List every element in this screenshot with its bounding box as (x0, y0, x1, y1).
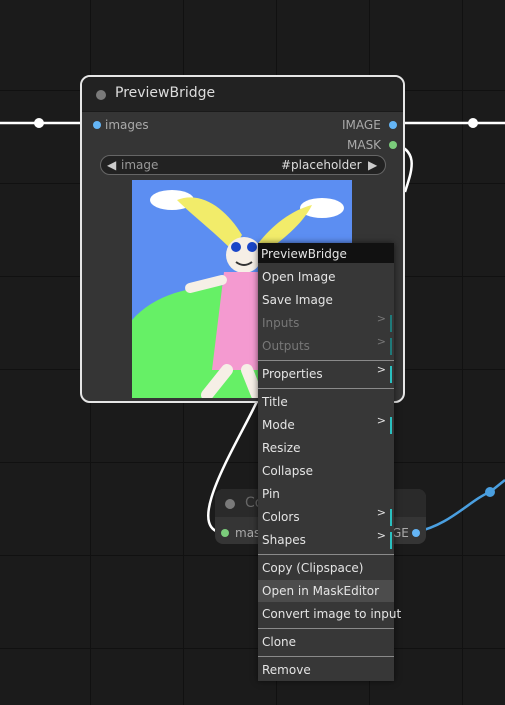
submenu-indicator (390, 532, 392, 549)
menu-item-remove[interactable]: Remove (258, 659, 394, 681)
menu-item-convert-image-to-input[interactable]: Convert image to input (258, 603, 401, 625)
menu-item-copy-clipspace[interactable]: Copy (Clipspace) (258, 557, 394, 579)
context-menu: PreviewBridge Open Image Save Image Inpu… (258, 243, 401, 681)
menu-item-colors[interactable]: Colors > (258, 506, 394, 528)
menu-item-label: Shapes (262, 533, 306, 547)
menu-item-collapse[interactable]: Collapse (258, 460, 394, 482)
node-title: PreviewBridge (115, 85, 216, 101)
menu-item-label: Mode (262, 418, 295, 432)
menu-item-label: Title (262, 395, 288, 409)
widget-value: #placeholder (281, 158, 362, 172)
image-output-slot[interactable] (412, 529, 420, 537)
collapse-dot-icon[interactable] (96, 90, 106, 100)
menu-item-title[interactable]: Title (258, 391, 394, 413)
mask-input-label: mas (235, 526, 261, 540)
menu-item-label: Open in MaskEditor (262, 584, 380, 598)
menu-item-label: Properties (262, 367, 323, 381)
menu-item-label: Clone (262, 635, 297, 649)
menu-item-pin[interactable]: Pin (258, 483, 394, 505)
images-input-slot[interactable] (93, 121, 101, 129)
menu-item-label: Pin (262, 487, 280, 501)
submenu-arrow-icon: > (376, 414, 386, 427)
context-menu-title: PreviewBridge (258, 243, 394, 263)
menu-item-label: Convert image to input (262, 607, 402, 621)
submenu-arrow-icon: > (376, 363, 386, 376)
menu-item-inputs: Inputs > (258, 312, 394, 334)
submenu-indicator (390, 338, 392, 355)
menu-separator (258, 554, 394, 555)
submenu-arrow-icon: > (376, 312, 386, 325)
menu-separator (258, 656, 394, 657)
menu-item-mode[interactable]: Mode > (258, 414, 394, 436)
submenu-indicator (390, 315, 392, 332)
menu-separator (258, 360, 394, 361)
menu-item-label: Open Image (262, 270, 336, 284)
mask-output-label: MASK (347, 138, 382, 152)
image-output-slot[interactable] (389, 121, 397, 129)
submenu-indicator (390, 509, 392, 526)
menu-item-label: Inputs (262, 316, 300, 330)
menu-item-outputs: Outputs > (258, 335, 394, 357)
increment-arrow-icon[interactable]: ▶ (368, 158, 377, 172)
submenu-arrow-icon: > (376, 506, 386, 519)
mask-input-slot[interactable] (221, 529, 229, 537)
node-header[interactable]: PreviewBridge (82, 77, 403, 112)
decrement-arrow-icon[interactable]: ◀ (107, 158, 116, 172)
menu-separator (258, 388, 394, 389)
menu-item-label: Remove (262, 663, 311, 677)
menu-item-label: Collapse (262, 464, 313, 478)
menu-item-label: Resize (262, 441, 301, 455)
image-output-label: IMAGE (342, 118, 381, 132)
submenu-arrow-icon: > (376, 335, 386, 348)
image-output-label: GE (392, 526, 409, 540)
menu-item-open-image[interactable]: Open Image (258, 266, 394, 288)
menu-item-label: Save Image (262, 293, 333, 307)
menu-item-open-in-maskeditor[interactable]: Open in MaskEditor (258, 580, 394, 602)
mask-output-slot[interactable] (389, 141, 397, 149)
menu-item-clone[interactable]: Clone (258, 631, 394, 653)
menu-item-shapes[interactable]: Shapes > (258, 529, 394, 551)
submenu-arrow-icon: > (376, 529, 386, 542)
menu-item-resize[interactable]: Resize (258, 437, 394, 459)
menu-item-label: Copy (Clipspace) (262, 561, 364, 575)
submenu-indicator (390, 417, 392, 434)
menu-separator (258, 628, 394, 629)
images-input-label: images (105, 118, 149, 132)
widget-name: image (121, 158, 159, 172)
image-combo-widget[interactable]: ◀ image #placeholder ▶ (100, 155, 386, 175)
menu-item-properties[interactable]: Properties > (258, 363, 394, 385)
collapse-dot-icon[interactable] (225, 499, 235, 509)
submenu-indicator (390, 366, 392, 383)
menu-item-label: Outputs (262, 339, 310, 353)
menu-item-label: Colors (262, 510, 300, 524)
menu-item-save-image[interactable]: Save Image (258, 289, 394, 311)
